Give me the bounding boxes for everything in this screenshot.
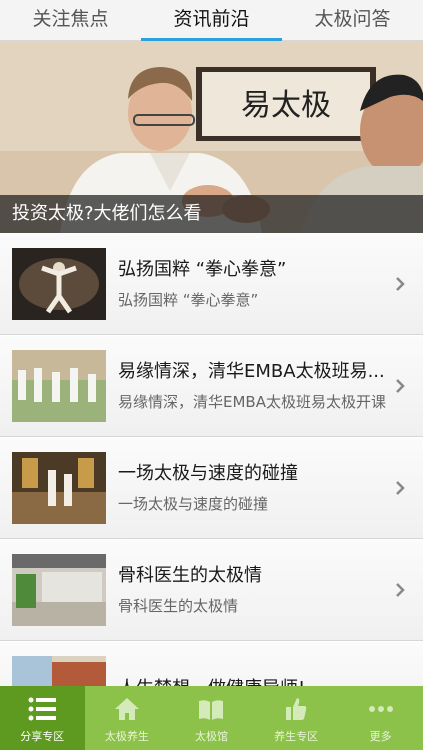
bottom-nav: 分享专区 太极养生 太极馆 养生专区 更多	[0, 686, 423, 750]
more-dots-icon	[368, 706, 393, 712]
nav-health[interactable]: 太极养生	[85, 686, 170, 750]
nav-label: 太极馆	[194, 730, 228, 743]
article-thumbnail	[12, 248, 106, 320]
article-title: 骨科医生的太极情	[118, 565, 262, 586]
nav-hall[interactable]: 太极馆	[169, 686, 254, 750]
featured-banner[interactable]: 易太极 投资太极?大佬们怎么看	[0, 41, 423, 233]
banner-calligraphy: 易太极	[241, 88, 331, 123]
nav-wellness[interactable]: 养生专区	[254, 686, 339, 750]
list-item[interactable]: 一场太极与速度的碰撞 一场太极与速度的碰撞	[0, 437, 423, 539]
article-title: 弘扬国粹 “拳心拳意”	[118, 259, 287, 280]
article-title: 易缘情深，清华EMBA太极班易...	[118, 361, 385, 382]
article-thumbnail	[12, 350, 106, 422]
tab-news[interactable]: 资讯前沿	[141, 0, 282, 41]
list-item[interactable]: 弘扬国粹 “拳心拳意” 弘扬国粹 “拳心拳意”	[0, 233, 423, 335]
tab-focus[interactable]: 关注焦点	[0, 0, 141, 40]
article-summary: 一场太极与速度的碰撞	[118, 495, 269, 513]
nav-share[interactable]: 分享专区	[0, 686, 85, 750]
chevron-right-icon	[396, 481, 405, 495]
book-icon	[199, 700, 224, 720]
article-summary: 易缘情深，清华EMBA太极班易太极开课	[118, 393, 386, 411]
home-icon	[114, 698, 139, 720]
article-title: 一场太极与速度的碰撞	[118, 463, 298, 484]
chevron-right-icon	[396, 583, 405, 597]
thumbs-up-icon	[286, 698, 307, 720]
banner-caption: 投资太极?大佬们怎么看	[0, 195, 423, 233]
top-tab-bar: 关注焦点 资讯前沿 太极问答	[0, 0, 423, 41]
nav-label: 太极养生	[104, 730, 149, 743]
chevron-right-icon	[396, 379, 405, 393]
nav-label: 养生专区	[274, 730, 319, 743]
tab-qa[interactable]: 太极问答	[282, 0, 423, 40]
list-item[interactable]: 骨科医生的太极情 骨科医生的太极情	[0, 539, 423, 641]
nav-more[interactable]: 更多	[338, 686, 423, 750]
article-thumbnail	[12, 554, 106, 626]
article-summary: 骨科医生的太极情	[118, 597, 239, 615]
chevron-right-icon	[396, 277, 405, 291]
list-icon	[28, 697, 57, 721]
nav-label: 更多	[369, 730, 392, 743]
nav-label: 分享专区	[20, 730, 65, 743]
article-list: 弘扬国粹 “拳心拳意” 弘扬国粹 “拳心拳意” 易缘情深，清华EMBA太极班易.…	[0, 233, 423, 743]
list-item[interactable]: 易缘情深，清华EMBA太极班易... 易缘情深，清华EMBA太极班易太极开课	[0, 335, 423, 437]
article-summary: 弘扬国粹 “拳心拳意”	[118, 291, 259, 309]
article-thumbnail	[12, 452, 106, 524]
